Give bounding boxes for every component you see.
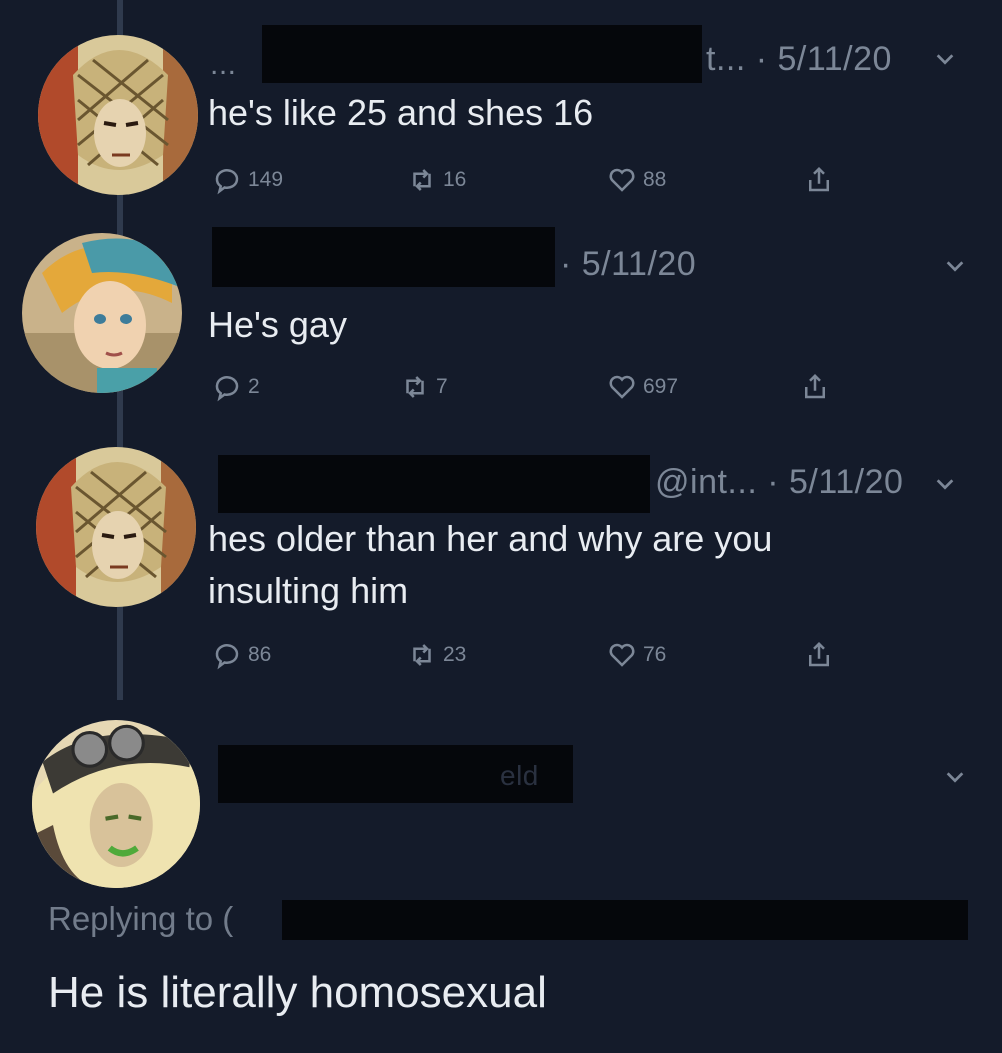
redacted-recipient (282, 900, 968, 940)
share-button[interactable] (800, 367, 836, 407)
like-count: 697 (643, 375, 679, 398)
like-button[interactable]: 697 (607, 367, 678, 407)
retweet-button[interactable]: 23 (407, 635, 466, 675)
avatar[interactable] (22, 233, 182, 393)
reply-count: 2 (248, 375, 260, 398)
chevron-down-icon[interactable] (944, 255, 966, 277)
reply-count: 86 (248, 643, 272, 666)
redacted-name (262, 25, 702, 83)
reply-button[interactable]: 2 (212, 367, 260, 407)
share-icon (809, 641, 829, 667)
main-tweet-text: He is literally homosexual (48, 968, 547, 1017)
like-button[interactable]: 88 (607, 160, 666, 200)
share-icon (805, 373, 825, 399)
chevron-down-icon[interactable] (934, 473, 956, 495)
retweet-icon (413, 169, 431, 191)
retweet-count: 23 (443, 643, 467, 666)
chevron-down-icon[interactable] (944, 766, 966, 788)
retweet-button[interactable]: 16 (407, 160, 466, 200)
tweet-meta: · 5/11/20 (560, 245, 697, 283)
retweet-icon (413, 644, 431, 666)
tweet-text: He's gay (208, 304, 347, 345)
tweet-1[interactable]: ... t... · 5/11/20 he's like 25 and shes… (0, 0, 1002, 215)
retweet-count: 7 (436, 375, 448, 398)
retweet-count: 16 (443, 168, 467, 191)
tweet-meta: t... · 5/11/20 (706, 40, 892, 78)
retweet-icon (406, 376, 424, 398)
tweet-2[interactable]: · 5/11/20 He's gay 2 7 697 (0, 215, 1002, 435)
avatar[interactable] (32, 720, 200, 888)
reply-icon (215, 376, 239, 402)
redacted-name (212, 227, 555, 287)
redacted-name (218, 455, 650, 513)
handle-fragment: eld (500, 760, 539, 791)
reply-button[interactable]: 86 (212, 635, 271, 675)
tweet-meta: @int... · 5/11/20 (655, 463, 904, 501)
like-icon (609, 375, 635, 399)
tweet-actions: 86 23 76 (212, 635, 852, 675)
reply-count: 149 (248, 168, 284, 191)
chevron-down-icon[interactable] (934, 48, 956, 70)
like-count: 88 (643, 168, 667, 191)
share-button[interactable] (804, 160, 840, 200)
tweet-prefix: ... (210, 48, 237, 81)
retweet-button[interactable]: 7 (400, 367, 448, 407)
tweet-actions: 149 16 88 (212, 160, 852, 200)
tweet-text: hes older than her and why are you insul… (208, 518, 773, 611)
share-button[interactable] (804, 635, 840, 675)
like-icon (609, 643, 635, 667)
reply-icon (215, 644, 239, 670)
avatar[interactable] (38, 35, 198, 195)
like-button[interactable]: 76 (607, 635, 666, 675)
tweet-actions: 2 7 697 (212, 367, 852, 407)
replying-to-label: Replying to ( (48, 900, 234, 937)
share-icon (809, 166, 829, 192)
reply-button[interactable]: 149 (212, 160, 283, 200)
like-icon (609, 168, 635, 192)
avatar[interactable] (36, 447, 196, 607)
tweet-text: he's like 25 and shes 16 (208, 92, 594, 133)
like-count: 76 (643, 643, 667, 666)
tweet-3[interactable]: @int... · 5/11/20 hes older than her and… (0, 435, 1002, 700)
reply-icon (215, 169, 239, 195)
